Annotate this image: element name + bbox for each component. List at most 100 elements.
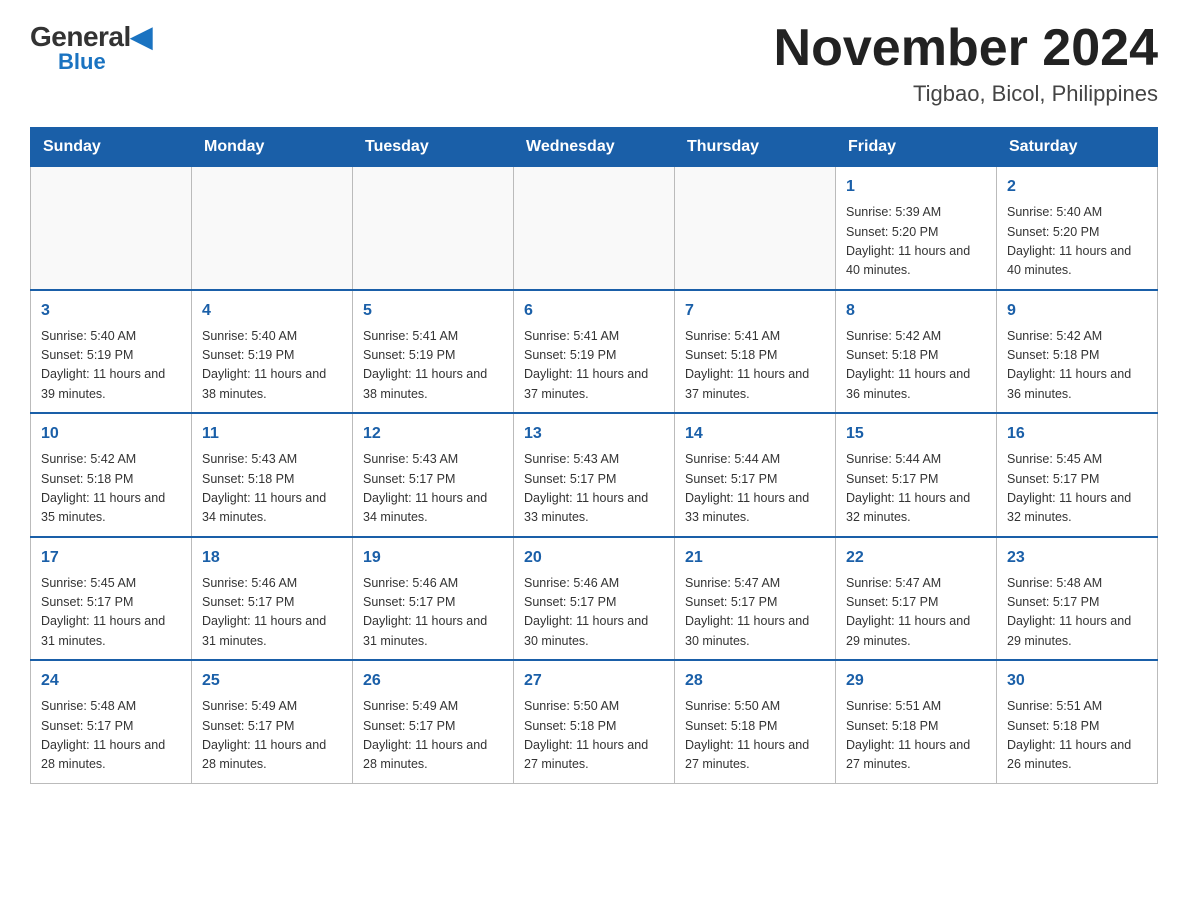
logo-blue-text: Blue	[58, 49, 106, 75]
day-number: 29	[846, 669, 986, 693]
calendar-header-row: SundayMondayTuesdayWednesdayThursdayFrid…	[31, 128, 1158, 167]
day-number: 9	[1007, 299, 1147, 323]
calendar-cell: 22 Sunrise: 5:47 AM Sunset: 5:17 PM Dayli…	[836, 537, 997, 661]
logo: General◀ Blue	[30, 20, 152, 75]
calendar-cell: 30 Sunrise: 5:51 AM Sunset: 5:18 PM Dayli…	[997, 660, 1158, 783]
day-number: 21	[685, 546, 825, 570]
calendar-week-row: 3 Sunrise: 5:40 AM Sunset: 5:19 PM Daylig…	[31, 290, 1158, 414]
logo-arrow-icon: ◀	[131, 21, 152, 52]
weekday-header-friday: Friday	[836, 128, 997, 167]
cell-sun-info: Sunrise: 5:50 AM Sunset: 5:18 PM Dayligh…	[685, 697, 825, 775]
day-number: 15	[846, 422, 986, 446]
weekday-header-thursday: Thursday	[675, 128, 836, 167]
cell-sun-info: Sunrise: 5:46 AM Sunset: 5:17 PM Dayligh…	[524, 574, 664, 652]
calendar-cell: 26Sunrise: 5:49 AM Sunset: 5:17 PM Dayli…	[353, 660, 514, 783]
cell-sun-info: Sunrise: 5:49 AM Sunset: 5:17 PM Dayligh…	[202, 697, 342, 775]
day-number: 16	[1007, 422, 1147, 446]
cell-sun-info: Sunrise: 5:40 AM Sunset: 5:19 PM Dayligh…	[202, 327, 342, 405]
calendar-cell: 29 Sunrise: 5:51 AM Sunset: 5:18 PM Dayli…	[836, 660, 997, 783]
calendar-cell: 17 Sunrise: 5:45 AM Sunset: 5:17 PM Dayli…	[31, 537, 192, 661]
calendar-cell: 5Sunrise: 5:41 AM Sunset: 5:19 PM Daylig…	[353, 290, 514, 414]
calendar-cell	[353, 167, 514, 290]
day-number: 8	[846, 299, 986, 323]
day-number: 11	[202, 422, 342, 446]
day-number: 23	[1007, 546, 1147, 570]
calendar-cell: 8 Sunrise: 5:42 AM Sunset: 5:18 PM Daylig…	[836, 290, 997, 414]
cell-sun-info: Sunrise: 5:42 AM Sunset: 5:18 PM Dayligh…	[1007, 327, 1147, 405]
cell-sun-info: Sunrise: 5:47 AM Sunset: 5:17 PM Dayligh…	[685, 574, 825, 652]
calendar-cell: 28Sunrise: 5:50 AM Sunset: 5:18 PM Dayli…	[675, 660, 836, 783]
cell-sun-info: Sunrise: 5:51 AM Sunset: 5:18 PM Dayligh…	[1007, 697, 1147, 775]
cell-sun-info: Sunrise: 5:43 AM Sunset: 5:17 PM Dayligh…	[363, 450, 503, 528]
day-number: 4	[202, 299, 342, 323]
calendar-cell: 24Sunrise: 5:48 AM Sunset: 5:17 PM Dayli…	[31, 660, 192, 783]
weekday-header-wednesday: Wednesday	[514, 128, 675, 167]
day-number: 6	[524, 299, 664, 323]
day-number: 3	[41, 299, 181, 323]
calendar-cell: 23 Sunrise: 5:48 AM Sunset: 5:17 PM Dayli…	[997, 537, 1158, 661]
cell-sun-info: Sunrise: 5:51 AM Sunset: 5:18 PM Dayligh…	[846, 697, 986, 775]
calendar-cell: 11 Sunrise: 5:43 AM Sunset: 5:18 PM Dayli…	[192, 413, 353, 537]
day-number: 17	[41, 546, 181, 570]
calendar-cell: 12 Sunrise: 5:43 AM Sunset: 5:17 PM Dayli…	[353, 413, 514, 537]
cell-sun-info: Sunrise: 5:46 AM Sunset: 5:17 PM Dayligh…	[202, 574, 342, 652]
calendar-cell: 3Sunrise: 5:40 AM Sunset: 5:19 PM Daylig…	[31, 290, 192, 414]
calendar-table: SundayMondayTuesdayWednesdayThursdayFrid…	[30, 127, 1158, 784]
calendar-cell: 4 Sunrise: 5:40 AM Sunset: 5:19 PM Daylig…	[192, 290, 353, 414]
cell-sun-info: Sunrise: 5:48 AM Sunset: 5:17 PM Dayligh…	[41, 697, 181, 775]
day-number: 1	[846, 175, 986, 199]
calendar-cell	[675, 167, 836, 290]
calendar-cell: 13Sunrise: 5:43 AM Sunset: 5:17 PM Dayli…	[514, 413, 675, 537]
day-number: 25	[202, 669, 342, 693]
calendar-week-row: 24Sunrise: 5:48 AM Sunset: 5:17 PM Dayli…	[31, 660, 1158, 783]
cell-sun-info: Sunrise: 5:41 AM Sunset: 5:19 PM Dayligh…	[524, 327, 664, 405]
cell-sun-info: Sunrise: 5:42 AM Sunset: 5:18 PM Dayligh…	[846, 327, 986, 405]
cell-sun-info: Sunrise: 5:41 AM Sunset: 5:19 PM Dayligh…	[363, 327, 503, 405]
calendar-cell: 27Sunrise: 5:50 AM Sunset: 5:18 PM Dayli…	[514, 660, 675, 783]
day-number: 26	[363, 669, 503, 693]
weekday-header-tuesday: Tuesday	[353, 128, 514, 167]
location-subtitle: Tigbao, Bicol, Philippines	[774, 81, 1158, 107]
cell-sun-info: Sunrise: 5:40 AM Sunset: 5:20 PM Dayligh…	[1007, 203, 1147, 281]
day-number: 2	[1007, 175, 1147, 199]
cell-sun-info: Sunrise: 5:50 AM Sunset: 5:18 PM Dayligh…	[524, 697, 664, 775]
day-number: 10	[41, 422, 181, 446]
calendar-cell: 6 Sunrise: 5:41 AM Sunset: 5:19 PM Daylig…	[514, 290, 675, 414]
day-number: 30	[1007, 669, 1147, 693]
cell-sun-info: Sunrise: 5:45 AM Sunset: 5:17 PM Dayligh…	[41, 574, 181, 652]
cell-sun-info: Sunrise: 5:39 AM Sunset: 5:20 PM Dayligh…	[846, 203, 986, 281]
weekday-header-sunday: Sunday	[31, 128, 192, 167]
cell-sun-info: Sunrise: 5:41 AM Sunset: 5:18 PM Dayligh…	[685, 327, 825, 405]
cell-sun-info: Sunrise: 5:48 AM Sunset: 5:17 PM Dayligh…	[1007, 574, 1147, 652]
cell-sun-info: Sunrise: 5:44 AM Sunset: 5:17 PM Dayligh…	[846, 450, 986, 528]
page-header: General◀ Blue November 2024 Tigbao, Bico…	[30, 20, 1158, 107]
day-number: 18	[202, 546, 342, 570]
calendar-cell: 1 Sunrise: 5:39 AM Sunset: 5:20 PM Daylig…	[836, 167, 997, 290]
calendar-cell	[514, 167, 675, 290]
calendar-cell: 19Sunrise: 5:46 AM Sunset: 5:17 PM Dayli…	[353, 537, 514, 661]
calendar-cell: 21 Sunrise: 5:47 AM Sunset: 5:17 PM Dayli…	[675, 537, 836, 661]
weekday-header-monday: Monday	[192, 128, 353, 167]
cell-sun-info: Sunrise: 5:43 AM Sunset: 5:18 PM Dayligh…	[202, 450, 342, 528]
calendar-cell: 25 Sunrise: 5:49 AM Sunset: 5:17 PM Dayli…	[192, 660, 353, 783]
calendar-cell: 7 Sunrise: 5:41 AM Sunset: 5:18 PM Daylig…	[675, 290, 836, 414]
calendar-week-row: 17 Sunrise: 5:45 AM Sunset: 5:17 PM Dayli…	[31, 537, 1158, 661]
cell-sun-info: Sunrise: 5:45 AM Sunset: 5:17 PM Dayligh…	[1007, 450, 1147, 528]
calendar-cell: 20 Sunrise: 5:46 AM Sunset: 5:17 PM Dayli…	[514, 537, 675, 661]
calendar-cell: 18 Sunrise: 5:46 AM Sunset: 5:17 PM Dayli…	[192, 537, 353, 661]
day-number: 12	[363, 422, 503, 446]
calendar-week-row: 10 Sunrise: 5:42 AM Sunset: 5:18 PM Dayli…	[31, 413, 1158, 537]
month-year-title: November 2024	[774, 20, 1158, 77]
calendar-cell: 9 Sunrise: 5:42 AM Sunset: 5:18 PM Daylig…	[997, 290, 1158, 414]
cell-sun-info: Sunrise: 5:46 AM Sunset: 5:17 PM Dayligh…	[363, 574, 503, 652]
calendar-cell: 16 Sunrise: 5:45 AM Sunset: 5:17 PM Dayli…	[997, 413, 1158, 537]
calendar-cell	[31, 167, 192, 290]
day-number: 20	[524, 546, 664, 570]
day-number: 22	[846, 546, 986, 570]
calendar-week-row: 1 Sunrise: 5:39 AM Sunset: 5:20 PM Daylig…	[31, 167, 1158, 290]
day-number: 7	[685, 299, 825, 323]
cell-sun-info: Sunrise: 5:47 AM Sunset: 5:17 PM Dayligh…	[846, 574, 986, 652]
cell-sun-info: Sunrise: 5:42 AM Sunset: 5:18 PM Dayligh…	[41, 450, 181, 528]
day-number: 13	[524, 422, 664, 446]
weekday-header-saturday: Saturday	[997, 128, 1158, 167]
